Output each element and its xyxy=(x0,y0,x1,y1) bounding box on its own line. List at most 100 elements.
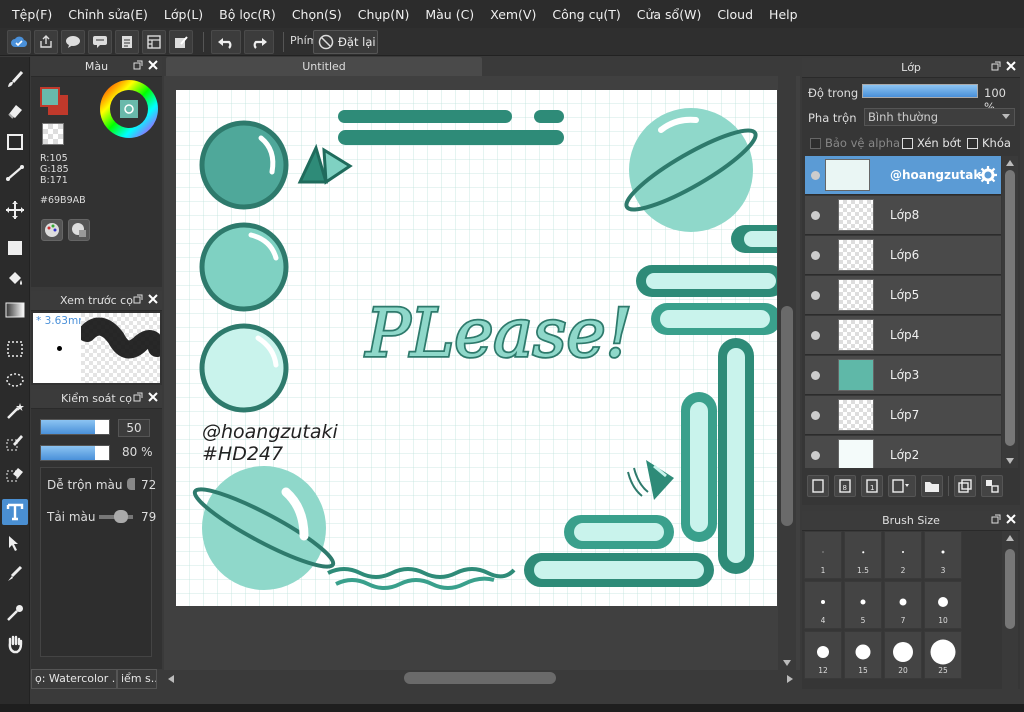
reset-button[interactable]: Đặt lại xyxy=(313,30,378,54)
menu-help[interactable]: Help xyxy=(761,7,806,22)
load-slider-knob[interactable] xyxy=(114,510,128,523)
document-tab[interactable]: Untitled xyxy=(166,57,482,76)
undock-icon[interactable] xyxy=(133,294,143,304)
scroll-up-icon[interactable] xyxy=(1005,534,1015,542)
gear-icon[interactable] xyxy=(979,166,997,184)
undo-icon[interactable] xyxy=(211,30,241,54)
layer-row[interactable]: Lớp6 xyxy=(805,236,1001,275)
brush-size-value[interactable]: 50 xyxy=(118,419,150,437)
menu-window[interactable]: Cửa sổ(W) xyxy=(629,7,710,22)
color-wheel[interactable] xyxy=(99,79,159,139)
menu-capture[interactable]: Chụp(N) xyxy=(350,7,418,22)
fill-rect-tool-icon[interactable] xyxy=(2,235,28,261)
duplicate-layer-icon[interactable] xyxy=(954,475,976,497)
menu-filter[interactable]: Bộ lọc(R) xyxy=(211,7,284,22)
magic-wand-icon[interactable] xyxy=(2,398,28,424)
layer-blend-select[interactable]: Bình thường xyxy=(864,108,1015,126)
visibility-eye-icon[interactable] xyxy=(811,211,820,220)
undock-icon[interactable] xyxy=(133,60,143,70)
layer-row[interactable]: Lớp5 xyxy=(805,276,1001,315)
undock-icon[interactable] xyxy=(991,61,1001,71)
horizontal-scroll-thumb[interactable] xyxy=(404,672,556,684)
merge-layer-icon[interactable] xyxy=(981,475,1003,497)
blur-tool-icon[interactable] xyxy=(2,561,28,587)
balloon-box-icon[interactable] xyxy=(88,30,112,54)
menu-view[interactable]: Xem(V) xyxy=(482,7,544,22)
tab-brush-control[interactable]: iểm s.. xyxy=(117,669,157,689)
clipping-checkbox[interactable]: Xén bớt xyxy=(902,136,961,150)
visibility-eye-icon[interactable] xyxy=(811,451,820,460)
gradient-tool-icon[interactable] xyxy=(2,297,28,323)
canvas-vertical-scrollbar[interactable] xyxy=(778,76,796,670)
brush-size-cell[interactable]: 1 xyxy=(804,531,842,579)
brush-size-scrollbar[interactable] xyxy=(1002,531,1018,689)
visibility-eye-icon[interactable] xyxy=(811,291,820,300)
tone-edit-icon[interactable] xyxy=(169,30,193,54)
visibility-eye-icon[interactable] xyxy=(811,371,820,380)
menu-file[interactable]: Tệp(F) xyxy=(4,7,60,22)
new-8bit-layer-icon[interactable]: 8 xyxy=(834,475,856,497)
layer-row[interactable]: Lớp3 xyxy=(805,356,1001,395)
hand-tool-icon[interactable] xyxy=(2,631,28,657)
eyedropper-icon[interactable] xyxy=(2,600,28,626)
brush-size-cell[interactable]: 2 xyxy=(884,531,922,579)
brush-size-cell[interactable]: 7 xyxy=(884,581,922,629)
layer-row[interactable]: Lớp8 xyxy=(805,196,1001,235)
scroll-up-icon[interactable] xyxy=(1005,159,1015,167)
vertical-scroll-thumb[interactable] xyxy=(781,306,793,526)
visibility-eye-icon[interactable] xyxy=(811,171,820,180)
brush-size-slider[interactable] xyxy=(40,419,110,435)
folder-icon[interactable] xyxy=(921,475,943,497)
canvas-horizontal-scrollbar[interactable] xyxy=(164,670,798,686)
brush-size-scroll-thumb[interactable] xyxy=(1005,549,1015,629)
brush-size-cell[interactable]: 12 xyxy=(804,631,842,679)
select-eraser-icon[interactable] xyxy=(2,460,28,486)
layer-row[interactable]: Lớp7 xyxy=(805,396,1001,435)
brush-tool-icon[interactable] xyxy=(2,67,28,93)
menu-color[interactable]: Màu (C) xyxy=(417,7,482,22)
line-tool-icon[interactable] xyxy=(2,160,28,186)
new-layer-icon[interactable] xyxy=(807,475,829,497)
text-tool-icon[interactable] xyxy=(2,499,28,525)
speech-bubble-icon[interactable] xyxy=(61,30,85,54)
layer-scroll-thumb[interactable] xyxy=(1005,170,1015,446)
cloud-check-icon[interactable] xyxy=(7,30,31,54)
tab-brush-watercolor[interactable]: ọ: Watercolor . xyxy=(31,669,117,689)
undock-icon[interactable] xyxy=(991,514,1001,524)
page-icon[interactable] xyxy=(115,30,139,54)
brush-size-cell[interactable]: 10 xyxy=(924,581,962,629)
bucket-tool-icon[interactable] xyxy=(2,266,28,292)
menu-cloud[interactable]: Cloud xyxy=(709,7,761,22)
menu-layer[interactable]: Lớp(L) xyxy=(156,7,211,22)
scroll-left-icon[interactable] xyxy=(167,674,175,684)
palette-icon[interactable] xyxy=(41,219,63,241)
layer-row[interactable]: Lớp4 xyxy=(805,316,1001,355)
close-icon[interactable] xyxy=(148,60,158,70)
lock-checkbox[interactable]: Khóa xyxy=(967,136,1011,150)
transparent-color-swatch[interactable] xyxy=(42,123,64,145)
brush-opacity-slider[interactable] xyxy=(40,445,110,461)
scroll-down-icon[interactable] xyxy=(782,659,792,667)
brush-size-cell[interactable]: 1.5 xyxy=(844,531,882,579)
close-icon[interactable] xyxy=(1006,514,1016,524)
select-pen-icon[interactable] xyxy=(2,429,28,455)
rect-select-icon[interactable] xyxy=(2,336,28,362)
new-1bit-layer-icon[interactable]: 1 xyxy=(861,475,883,497)
visibility-eye-icon[interactable] xyxy=(811,331,820,340)
scroll-down-icon[interactable] xyxy=(1005,457,1015,465)
rectangle-tool-icon[interactable] xyxy=(2,129,28,155)
visibility-eye-icon[interactable] xyxy=(811,251,820,260)
color-history-icon[interactable] xyxy=(68,219,90,241)
brush-size-cell[interactable]: 15 xyxy=(844,631,882,679)
share-icon[interactable] xyxy=(34,30,58,54)
panel-layout-icon[interactable] xyxy=(142,30,166,54)
layer-opacity-slider[interactable] xyxy=(862,84,978,98)
blend-slider-knob[interactable] xyxy=(127,478,135,490)
brush-size-cell[interactable]: 20 xyxy=(884,631,922,679)
add-layer-menu-icon[interactable] xyxy=(888,475,916,497)
foreground-color-swatch[interactable] xyxy=(40,87,60,107)
brush-size-cell[interactable]: 25 xyxy=(924,631,962,679)
menu-edit[interactable]: Chỉnh sửa(E) xyxy=(60,7,156,22)
undock-icon[interactable] xyxy=(133,392,143,402)
redo-icon[interactable] xyxy=(244,30,274,54)
